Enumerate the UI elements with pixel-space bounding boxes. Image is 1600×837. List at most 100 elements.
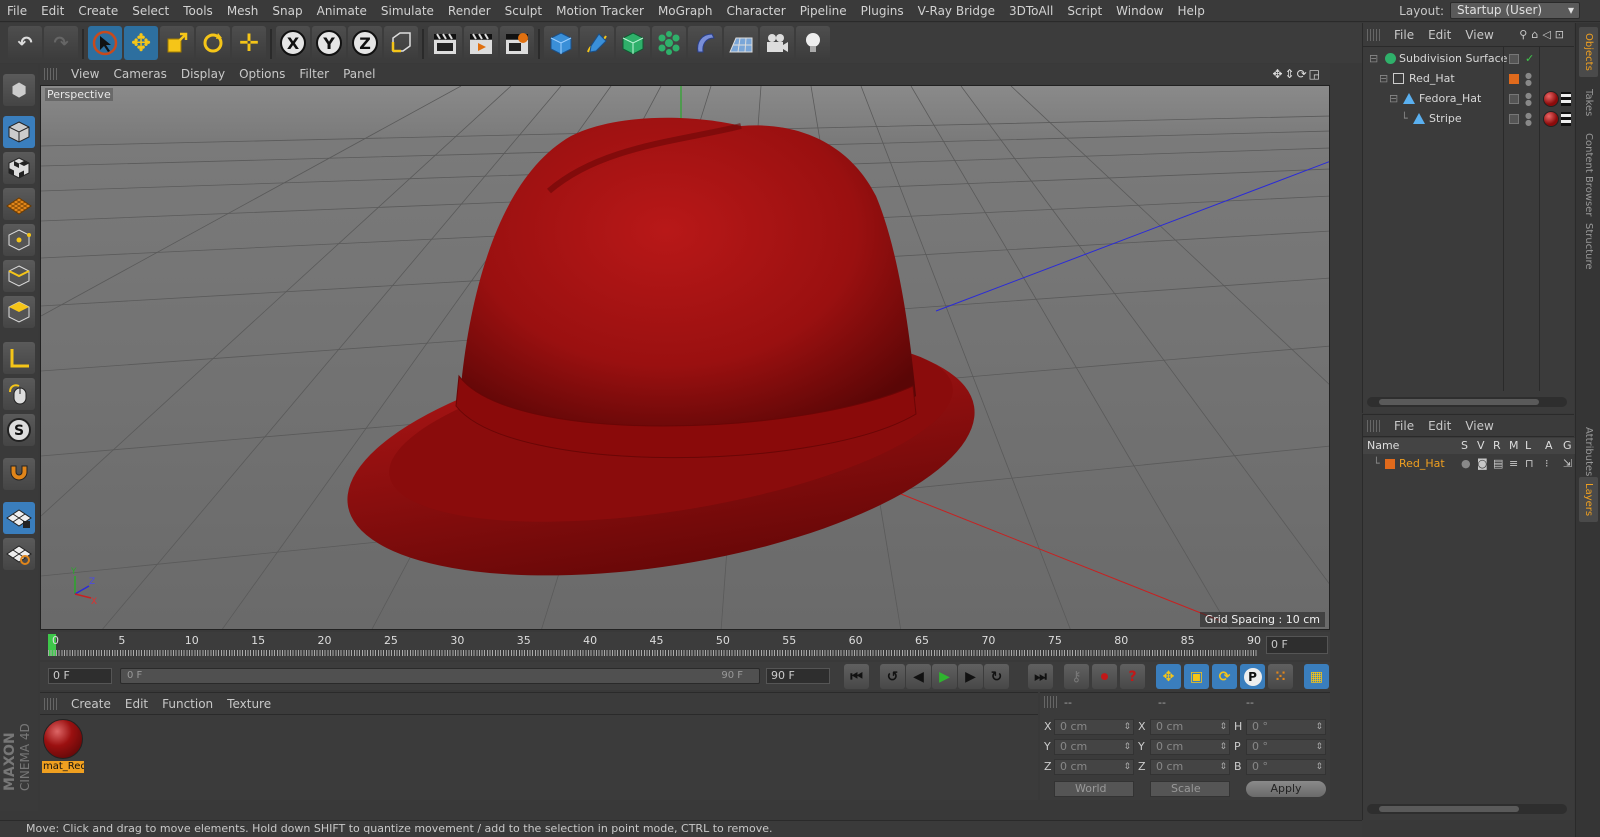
menu-mesh[interactable]: Mesh [220,0,266,22]
rot-b-field[interactable]: 0 ° [1246,759,1326,775]
menu-help[interactable]: Help [1170,0,1211,22]
pan-icon[interactable]: ✥ [1272,67,1284,81]
planar-workplane-button[interactable] [3,538,35,570]
add-floor-button[interactable] [724,26,758,60]
menu-mograph[interactable]: MoGraph [651,0,720,22]
enable-axis-button[interactable] [3,342,35,374]
rotate-tool-button[interactable] [196,26,230,60]
viewport-menu-panel[interactable]: Panel [336,67,382,81]
rot-h-field[interactable]: 0 ° [1246,719,1326,735]
tree-collapse-icon[interactable]: ⊟ [1389,89,1398,109]
add-camera-button[interactable] [760,26,794,60]
next-frame-button[interactable]: ▶ [958,664,983,689]
object-menu-edit[interactable]: Edit [1421,28,1458,42]
material-tag-icon[interactable] [1543,91,1559,107]
z-axis-lock-button[interactable]: Z [348,26,382,60]
generator-icon[interactable]: ⇲ [1563,455,1572,473]
material-menu-edit[interactable]: Edit [118,697,155,711]
new-window-icon[interactable]: ⊡ [1555,28,1568,41]
home-icon[interactable]: ⌂ [1531,28,1542,41]
polygons-mode-button[interactable] [3,296,35,328]
manager-icon[interactable]: ≡ [1509,455,1518,473]
enabled-check-icon[interactable]: ✓ [1525,49,1534,69]
preview-range-slider[interactable]: 0 F 90 F [120,668,760,684]
move-tool-button[interactable]: ✥ [124,26,158,60]
add-deformer-button[interactable] [688,26,722,60]
x-axis-lock-button[interactable]: X [276,26,310,60]
menu-3dtoall[interactable]: 3DToAll [1002,0,1060,22]
tab-attributes[interactable]: Attributes [1579,421,1598,482]
viewport-menu-view[interactable]: View [64,67,106,81]
panel-grip-icon[interactable] [44,697,58,710]
layer-visibility-toggle[interactable] [1509,54,1519,64]
tweak-mode-button[interactable] [3,378,35,410]
visibility-dots[interactable]: ● ● [1525,72,1532,87]
tab-structure[interactable]: Structure [1579,217,1598,276]
uvw-tag-icon[interactable] [1561,92,1571,106]
render-view-button[interactable] [428,26,462,60]
go-to-start-button[interactable]: ⏮ [844,664,869,689]
model-mode-button[interactable] [3,116,35,148]
viewport-menu-display[interactable]: Display [174,67,232,81]
panel-grip-icon[interactable] [1044,696,1058,708]
object-row-red-hat[interactable]: ⊟ Red_Hat ● ● [1363,69,1575,89]
current-frame-field[interactable]: 0 F [1266,636,1328,654]
tab-takes[interactable]: Takes [1579,83,1598,122]
material-tag-icon[interactable] [1543,111,1559,127]
previous-key-button[interactable]: ↺ [880,664,905,689]
render-picture-viewer-button[interactable] [464,26,498,60]
object-row-subdivision-surface[interactable]: ⊟ Subdivision Surface ✓ [1363,49,1575,69]
snapping-button[interactable] [3,458,35,490]
menu-motion-tracker[interactable]: Motion Tracker [549,0,651,22]
next-key-button[interactable]: ↻ [984,664,1009,689]
panel-grip-icon[interactable] [44,68,58,80]
solo-button[interactable]: S [3,414,35,446]
size-x-field[interactable]: 0 cm [1150,719,1230,735]
add-mograph-button[interactable] [652,26,686,60]
maximize-view-icon[interactable]: ◲ [1309,67,1322,81]
tree-collapse-icon[interactable]: ⊟ [1379,69,1388,89]
texture-mode-button[interactable] [3,152,35,184]
3d-viewport[interactable]: Y Z X Perspective Grid Spacing : 10 cm [40,85,1330,630]
menu-plugins[interactable]: Plugins [854,0,911,22]
viewport-menu-filter[interactable]: Filter [292,67,336,81]
material-menu-texture[interactable]: Texture [220,697,278,711]
layer-col-locked[interactable]: L [1525,438,1531,454]
menu-snap[interactable]: Snap [265,0,309,22]
menu-render[interactable]: Render [441,0,498,22]
autokeying-button[interactable]: ⏺ [1092,664,1117,689]
add-spline-button[interactable] [580,26,614,60]
record-point-level-button[interactable]: ⁙ [1268,664,1293,689]
timeline-window-button[interactable]: ▦ [1304,664,1329,689]
material-swatch[interactable]: mat_Red [42,719,84,773]
add-generator-button[interactable] [616,26,650,60]
menu-select[interactable]: Select [125,0,176,22]
layer-color-swatch[interactable] [1509,74,1519,84]
menu-file[interactable]: File [0,0,34,22]
points-mode-button[interactable] [3,224,35,256]
tab-layers[interactable]: Layers [1579,477,1598,523]
lock-workplane-button[interactable] [3,502,35,534]
panel-grip-icon[interactable] [1367,28,1381,41]
layer-col-generators[interactable]: G [1563,438,1572,454]
size-y-field[interactable]: 0 cm [1150,739,1230,755]
layer-col-name[interactable]: Name [1367,438,1399,454]
animation-icon[interactable]: ⁝ [1545,455,1549,473]
layer-visibility-toggle[interactable] [1509,94,1519,104]
play-button[interactable]: ▶ [932,664,957,689]
menu-simulate[interactable]: Simulate [374,0,441,22]
y-axis-lock-button[interactable]: Y [312,26,346,60]
material-menu-function[interactable]: Function [155,697,220,711]
layer-menu-edit[interactable]: Edit [1421,419,1458,433]
menu-pipeline[interactable]: Pipeline [793,0,854,22]
red-fedora-hat[interactable] [331,117,992,614]
live-selection-button[interactable] [88,26,122,60]
render-settings-button[interactable] [500,26,534,60]
preview-start-field[interactable]: 0 F [48,668,112,684]
tree-collapse-icon[interactable]: ⊟ [1369,49,1378,69]
lock-icon[interactable]: ⊓ [1525,455,1534,473]
menu-animate[interactable]: Animate [310,0,374,22]
layer-visibility-toggle[interactable] [1509,114,1519,124]
menu-tools[interactable]: Tools [176,0,220,22]
menu-sculpt[interactable]: Sculpt [498,0,549,22]
